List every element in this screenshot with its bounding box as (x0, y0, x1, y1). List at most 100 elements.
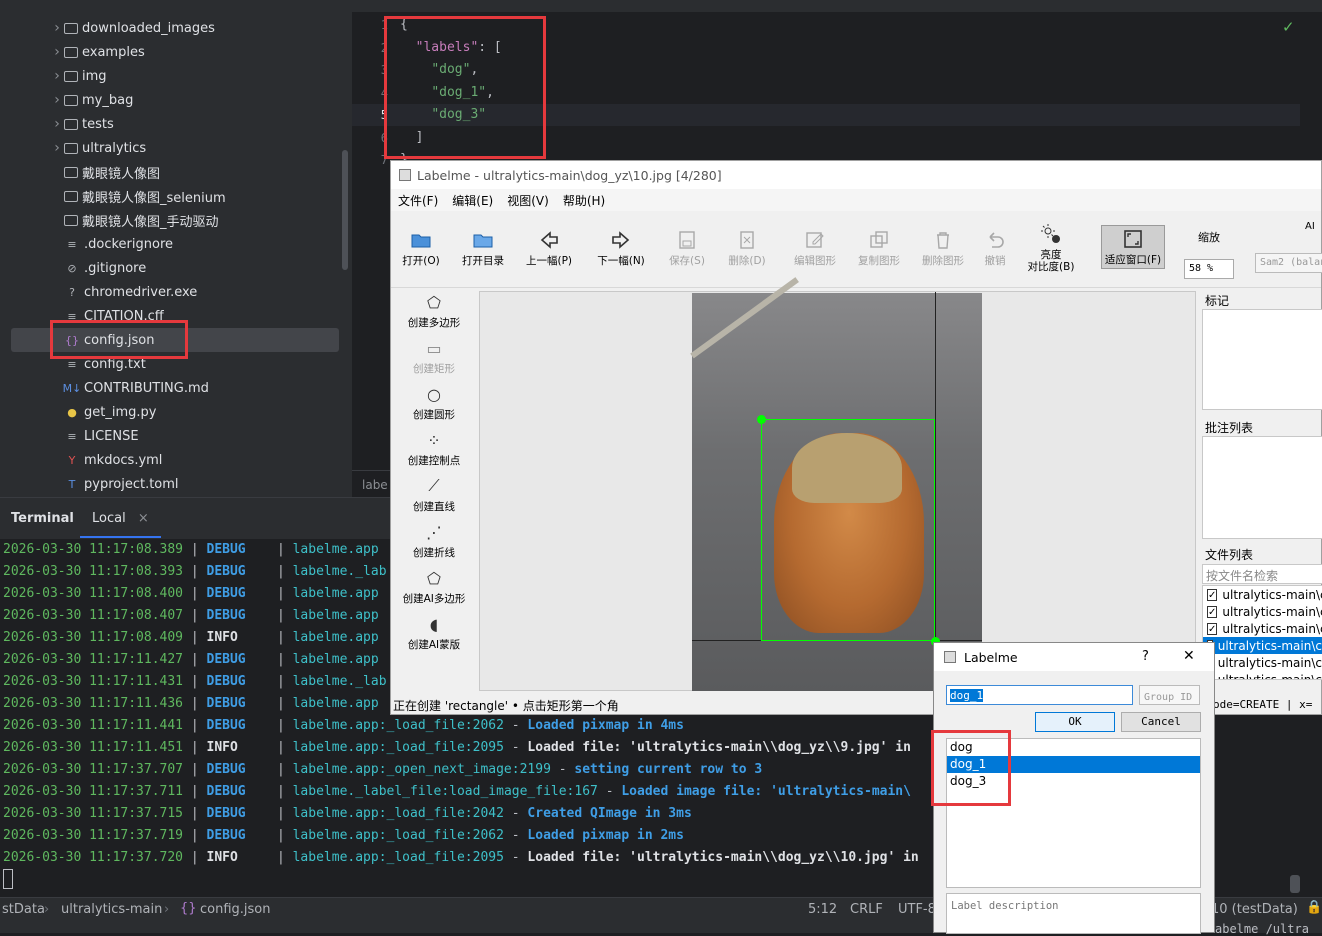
tree-item[interactable]: › my_bag (0, 88, 352, 112)
label-list-item[interactable]: dog (947, 739, 1200, 756)
draw-tool[interactable]: ▭ 创建矩形 (391, 337, 477, 381)
file-list-item[interactable]: ✓ ultralytics-main\c (1203, 603, 1322, 620)
tree-item[interactable]: Ymkdocs.yml (0, 448, 352, 472)
interpreter-status[interactable]: 10 (testData) (1211, 902, 1298, 917)
tree-item[interactable]: ? chromedriver.exe (0, 280, 352, 304)
dialog-title: Labelme (964, 650, 1018, 665)
label-description-input[interactable]: Label description (946, 893, 1201, 934)
tree-item[interactable]: ≡ CITATION.cff (0, 304, 352, 328)
draw-tool[interactable]: ⋰ 创建折线 (391, 521, 477, 565)
log-line: 2026-03-30 11:17:11.431 | DEBUG | labelm… (3, 674, 387, 689)
toolbar-button[interactable]: 复制图形 (847, 223, 911, 273)
chevron-right-icon[interactable]: › (50, 92, 64, 108)
checkbox[interactable]: ✓ (1207, 588, 1218, 601)
checkbox[interactable]: ✓ (1207, 622, 1218, 635)
tree-item[interactable]: ≡ LICENSE (0, 424, 352, 448)
chevron-right-icon[interactable]: › (50, 44, 64, 60)
draw-tool[interactable]: ◖ 创建AI蒙版 (391, 613, 477, 657)
label-list-item[interactable]: dog_3 (947, 773, 1200, 790)
breadcrumb-file[interactable]: config.json (200, 902, 271, 917)
file-name: ultralytics-main\c (1222, 587, 1322, 602)
tree-item[interactable]: › tests (0, 112, 352, 136)
tree-scrollbar[interactable] (342, 150, 348, 270)
file-list-item[interactable]: ✓ ultralytics-main\c (1203, 620, 1322, 637)
tree-item[interactable]: M↓ CONTRIBUTING.md (0, 376, 352, 400)
draw-tool[interactable]: ⬠ 创建AI多边形 (391, 567, 477, 611)
log-line: 2026-03-30 11:17:37.715 | DEBUG | labelm… (3, 806, 692, 821)
tree-item[interactable]: 戴眼镜人像图 (0, 160, 352, 184)
toolbar-button[interactable]: 撤销 (963, 223, 1027, 273)
breadcrumb-root[interactable]: stData (2, 902, 45, 917)
draw-tool[interactable]: ⟋ 创建直线 (391, 475, 477, 519)
code-line-5: "dog_3" (400, 104, 502, 127)
label-list-item[interactable]: dog_1 (947, 756, 1200, 773)
ok-button[interactable]: OK (1035, 712, 1115, 732)
tree-item[interactable]: 戴眼镜人像图_手动驱动 (0, 208, 352, 232)
editor-bottom-tab[interactable]: labe (362, 478, 388, 492)
annotation-list[interactable] (1202, 436, 1322, 539)
tree-item[interactable]: › downloaded_images (0, 16, 352, 40)
checkbox[interactable]: ✓ (1207, 605, 1218, 618)
tree-item[interactable]: › ultralytics (0, 136, 352, 160)
draw-tool[interactable]: ⬠ 创建多边形 (391, 291, 477, 335)
flags-list[interactable] (1202, 309, 1322, 410)
tree-item[interactable]: ● get_img.py (0, 400, 352, 424)
toolbar-button[interactable]: 打开目录 (451, 223, 515, 273)
tree-item[interactable]: Tpyproject.toml (0, 472, 352, 496)
terminal-scrollbar[interactable] (1290, 875, 1300, 893)
menu-item[interactable]: 视图(V) (500, 192, 556, 209)
chevron-right-icon[interactable]: › (50, 140, 64, 156)
zoom-input[interactable]: 58 % (1184, 259, 1234, 279)
close-icon[interactable]: × (138, 511, 149, 526)
inspection-ok-icon[interactable]: ✓ (1282, 18, 1295, 36)
tree-item[interactable]: › examples (0, 40, 352, 64)
tree-item[interactable]: {} config.json (11, 328, 339, 352)
toolbar-button[interactable]: 下一幅(N) (589, 223, 653, 273)
tab-local[interactable]: Local × (80, 502, 161, 538)
label-list[interactable]: dog dog_1 dog_3 (946, 738, 1201, 888)
chevron-right-icon[interactable]: › (50, 68, 64, 84)
ai-model-select[interactable]: Sam2 (balan (1255, 253, 1322, 273)
file-list-item[interactable]: ultralytics-main\c (1203, 654, 1322, 671)
label-input[interactable]: dog_1 (946, 685, 1133, 705)
tab-terminal[interactable]: Terminal (11, 511, 74, 526)
chevron-right-icon[interactable]: › (50, 20, 64, 36)
file-list-item[interactable]: ✓ ultralytics-main\c (1203, 586, 1322, 603)
tree-item[interactable]: ≡ .dockerignore (0, 232, 352, 256)
breadcrumb-project[interactable]: ultralytics-main (61, 902, 162, 917)
file-list-item[interactable]: ultralytics-main\c (1203, 671, 1322, 679)
tree-item[interactable]: › img (0, 64, 352, 88)
toolbar-button[interactable]: 保存(S) (655, 223, 719, 273)
draw-tool[interactable]: ⁘ 创建控制点 (391, 429, 477, 473)
image-canvas[interactable] (479, 277, 1196, 691)
tree-item[interactable]: ≡ config.txt (0, 352, 352, 376)
lock-icon[interactable]: 🔒 (1306, 900, 1322, 915)
log-module: labelme.app (292, 608, 379, 623)
bbox-rectangle[interactable] (761, 419, 935, 641)
chevron-right-icon[interactable]: › (50, 116, 64, 132)
menu-item[interactable]: 文件(F) (391, 192, 445, 209)
toolbar-button[interactable]: 适应窗口(F) (1101, 225, 1165, 269)
toolbar-button[interactable]: 删除(D) (715, 223, 779, 273)
group-id-input[interactable]: Group ID (1139, 685, 1200, 705)
caret-position[interactable]: 5:12 (808, 902, 837, 917)
toolbar-button[interactable]: 上一幅(P) (517, 223, 581, 273)
toolbar-button[interactable]: 打开(O) (389, 223, 453, 273)
toolbar-button[interactable]: 编辑图形 (783, 223, 847, 273)
menu-item[interactable]: 编辑(E) (445, 192, 500, 209)
close-icon[interactable]: ✕ (1183, 648, 1195, 664)
menu-item[interactable]: 帮助(H) (556, 192, 612, 209)
cancel-button[interactable]: Cancel (1121, 712, 1201, 732)
toolbar-button[interactable]: 亮度 对比度(B) (1019, 223, 1083, 273)
file-search-input[interactable]: 按文件名检索 (1202, 564, 1322, 584)
file-list-item[interactable]: ultralytics-main\c (1203, 637, 1322, 654)
line-separator[interactable]: CRLF (850, 902, 883, 917)
draw-tool[interactable]: ○ 创建圆形 (391, 383, 477, 427)
file-encoding[interactable]: UTF-8 (898, 902, 936, 917)
file-list[interactable]: ✓ ultralytics-main\c ✓ ultralytics-main\c ✓ u… (1202, 585, 1322, 680)
bbox-handle[interactable] (757, 415, 766, 424)
tree-item[interactable]: 戴眼镜人像图_selenium (0, 184, 352, 208)
tree-item-label: get_img.py (84, 404, 157, 420)
help-icon[interactable]: ? (1142, 649, 1149, 664)
tree-item[interactable]: ⊘ .gitignore (0, 256, 352, 280)
